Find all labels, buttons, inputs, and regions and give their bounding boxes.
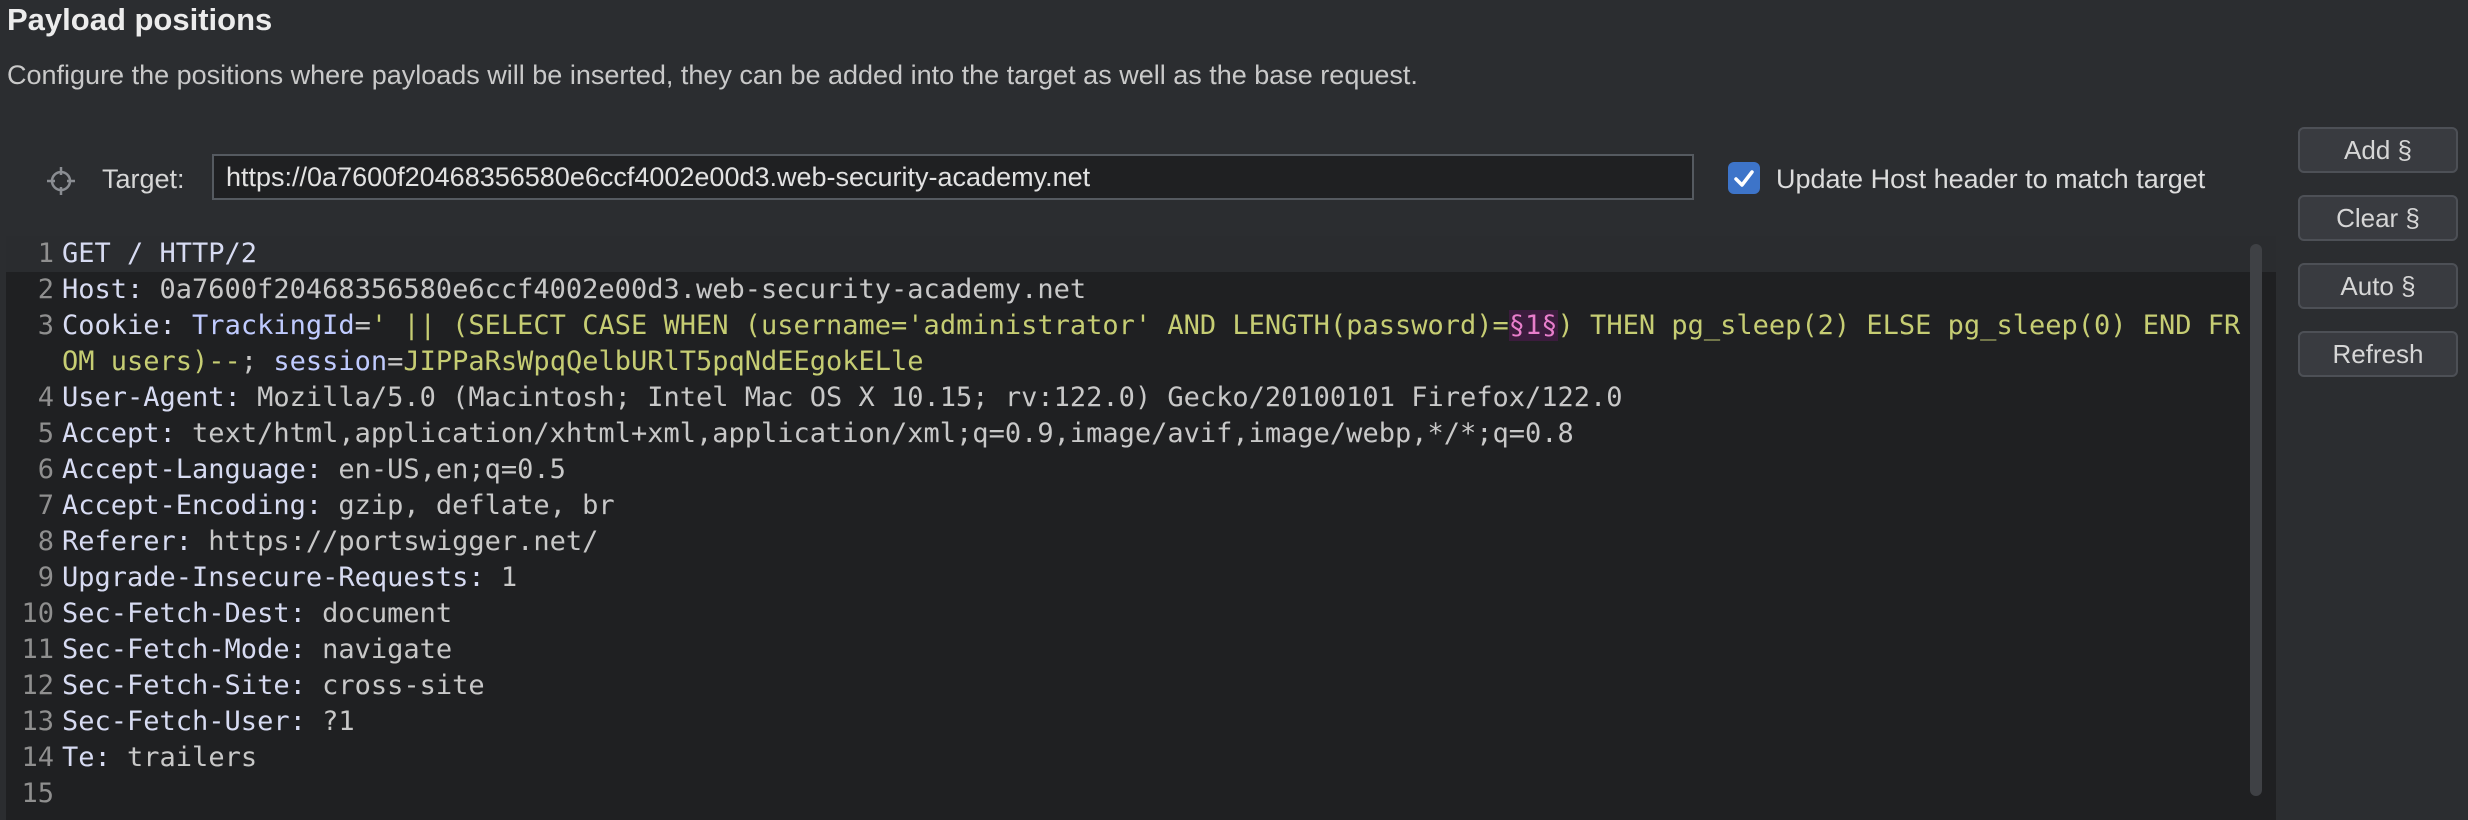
- header-value: 1: [484, 562, 518, 593]
- line-number: 8: [37, 526, 54, 557]
- crosshair-icon: [47, 167, 75, 195]
- cookie-equals: =: [387, 346, 404, 377]
- header-name: Sec-Fetch-User:: [62, 706, 306, 737]
- header-name: Te:: [62, 742, 111, 773]
- header-value: gzip, deflate, br: [322, 490, 615, 521]
- header-name: Sec-Fetch-Mode:: [62, 634, 306, 665]
- line-number: 12: [21, 670, 54, 701]
- payload-position-marker[interactable]: §1§: [1508, 310, 1558, 341]
- line-number: 10: [21, 598, 54, 629]
- cookie-value: JIPPaRsWpqQelbURlT5pqNdEEgokELle: [403, 346, 924, 377]
- line-number: 15: [21, 778, 54, 809]
- header-line-cookie: 3 Cookie: TrackingId=' || (SELECT CASE W…: [6, 308, 2276, 380]
- line-number: 5: [37, 418, 54, 449]
- line-number: 6: [37, 454, 54, 485]
- update-host-checkbox[interactable]: [1728, 162, 1760, 194]
- page-subtitle: Configure the positions where payloads w…: [7, 60, 1418, 90]
- header-value: Mozilla/5.0 (Macintosh; Intel Mac OS X 1…: [240, 382, 1623, 413]
- header-value: text/html,application/xhtml+xml,applicat…: [175, 418, 1574, 449]
- header-name: Sec-Fetch-Dest:: [62, 598, 306, 629]
- line-number: 1: [37, 238, 54, 269]
- header-value: https://portswigger.net/: [192, 526, 599, 557]
- target-row: Target: Update Host header to match targ…: [6, 126, 2276, 236]
- payload-positions-panel: Target: Update Host header to match targ…: [6, 126, 2276, 820]
- add-marker-button[interactable]: Add §: [2298, 127, 2458, 173]
- refresh-button[interactable]: Refresh: [2298, 331, 2458, 377]
- line-number: 3: [37, 310, 54, 341]
- auto-markers-button[interactable]: Auto §: [2298, 263, 2458, 309]
- header-line: 12 Sec-Fetch-Site: cross-site: [6, 668, 2276, 704]
- editor-scrollbar[interactable]: [2250, 244, 2262, 796]
- cookie-equals: =: [354, 310, 371, 341]
- line-number: 9: [37, 562, 54, 593]
- header-line: 6 Accept-Language: en-US,en;q=0.5: [6, 452, 2276, 488]
- header-line: 10 Sec-Fetch-Dest: document: [6, 596, 2276, 632]
- cookie-value: ' || (SELECT CASE WHEN (username='admini…: [370, 310, 1509, 341]
- header-name: Host:: [62, 274, 144, 305]
- header-name: Cookie:: [62, 310, 176, 341]
- request-editor[interactable]: 1 GET / HTTP/2 2 Host: 0a7600f2046835658…: [6, 236, 2276, 820]
- header-line: 9 Upgrade-Insecure-Requests: 1: [6, 560, 2276, 596]
- header-name: Referer:: [62, 526, 193, 557]
- page-title: Payload positions: [7, 2, 273, 37]
- header-name: Sec-Fetch-Site:: [62, 670, 306, 701]
- header-name: User-Agent:: [62, 382, 241, 413]
- line-number: 13: [21, 706, 54, 737]
- header-line: 11 Sec-Fetch-Mode: navigate: [6, 632, 2276, 668]
- header-line: 4 User-Agent: Mozilla/5.0 (Macintosh; In…: [6, 380, 2276, 416]
- line-number: 7: [37, 490, 54, 521]
- target-label: Target:: [102, 164, 185, 194]
- header-name: Accept-Language:: [62, 454, 323, 485]
- header-name: Upgrade-Insecure-Requests:: [62, 562, 485, 593]
- header-value: trailers: [110, 742, 258, 773]
- cookie-name: session: [273, 346, 388, 377]
- line-number: 14: [21, 742, 54, 773]
- header-value: ?1: [305, 706, 355, 737]
- line-number: 2: [37, 274, 54, 305]
- line-number: 4: [37, 382, 54, 413]
- header-name: Accept-Encoding:: [62, 490, 323, 521]
- line-number: 11: [21, 634, 54, 665]
- clear-markers-button[interactable]: Clear §: [2298, 195, 2458, 241]
- header-line: 5 Accept: text/html,application/xhtml+xm…: [6, 416, 2276, 452]
- header-value: cross-site: [305, 670, 485, 701]
- target-url-input[interactable]: [212, 154, 1694, 200]
- update-host-label[interactable]: Update Host header to match target: [1776, 164, 2205, 195]
- header-line: 8 Referer: https://portswigger.net/: [6, 524, 2276, 560]
- cookie-name: TrackingId: [175, 310, 355, 341]
- request-line-text: GET / HTTP/2: [62, 238, 258, 269]
- header-line: 7 Accept-Encoding: gzip, deflate, br: [6, 488, 2276, 524]
- header-line: 14 Te: trailers: [6, 740, 2276, 776]
- header-value: 0a7600f20468356580e6ccf4002e00d3.web-sec…: [143, 274, 1087, 305]
- header-line: 2 Host: 0a7600f20468356580e6ccf4002e00d3…: [6, 272, 2276, 308]
- request-line: 1 GET / HTTP/2: [6, 236, 2276, 272]
- header-name: Accept:: [62, 418, 176, 449]
- header-value: en-US,en;q=0.5: [322, 454, 566, 485]
- header-value: document: [305, 598, 453, 629]
- checkmark-icon: [1734, 170, 1754, 187]
- cookie-separator: ;: [240, 346, 274, 377]
- header-line: 13 Sec-Fetch-User: ?1: [6, 704, 2276, 740]
- empty-line: 15: [6, 776, 2276, 812]
- header-value: navigate: [305, 634, 453, 665]
